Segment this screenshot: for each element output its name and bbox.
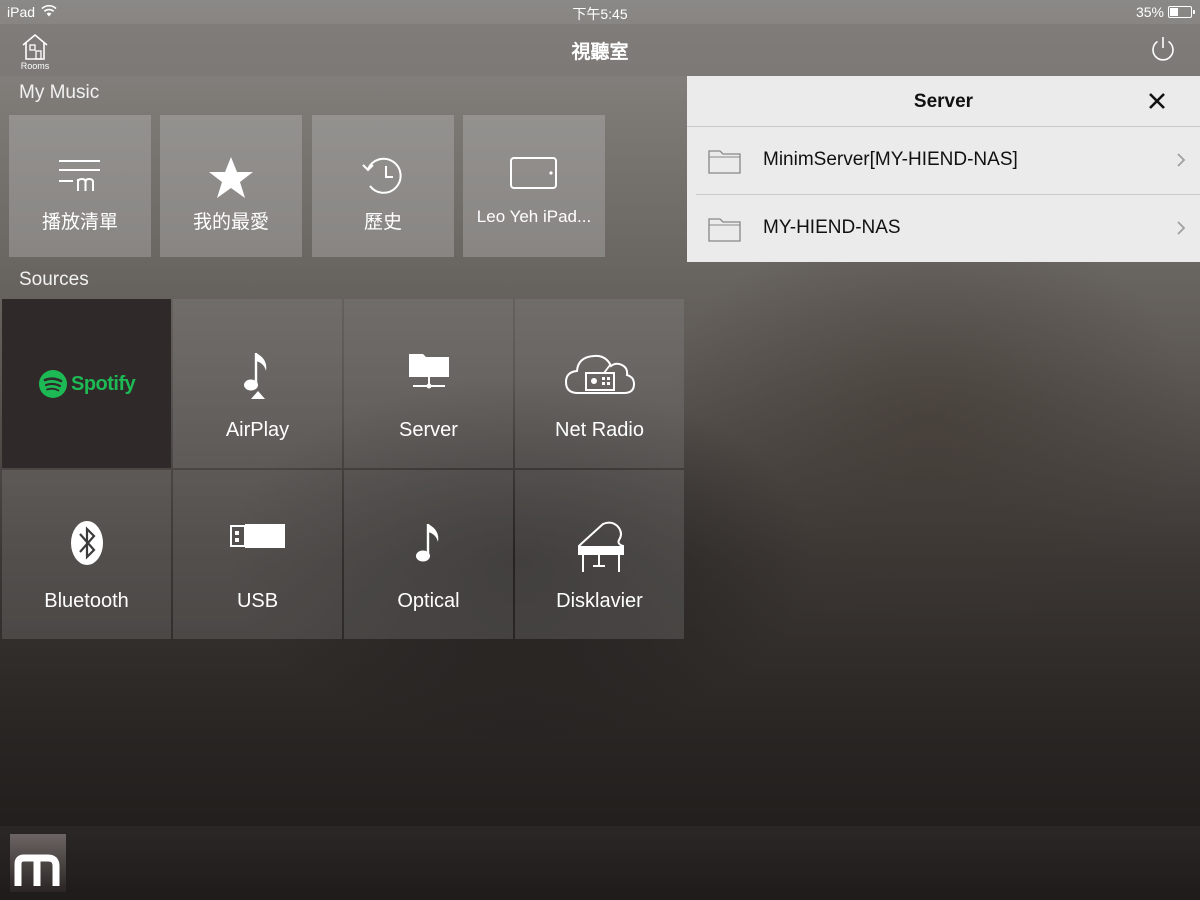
status-bar: iPad 下午5:45 35%	[0, 0, 1200, 24]
battery-icon	[1168, 6, 1195, 18]
chevron-right-icon	[1177, 221, 1186, 235]
bluetooth-icon	[70, 521, 103, 565]
source-disklavier[interactable]: Disklavier	[515, 470, 684, 639]
tile-device[interactable]: Leo Yeh iPad...	[463, 115, 605, 257]
power-button[interactable]	[1148, 34, 1178, 64]
app-screen: iPad 下午5:45 35% Rooms 視聽室 My Music 播放清單 …	[0, 0, 1200, 900]
sources-heading: Sources	[19, 269, 89, 290]
star-icon	[209, 157, 253, 198]
panel-header: Server	[687, 76, 1200, 127]
tile-playlist[interactable]: 播放清單	[9, 115, 151, 257]
page-title: 視聽室	[571, 42, 629, 63]
tile-label: 播放清單	[41, 212, 118, 233]
close-button[interactable]	[1144, 88, 1170, 114]
tablet-icon	[510, 157, 557, 189]
spotify-icon	[39, 370, 67, 398]
musiccast-m-icon	[14, 854, 60, 886]
panel-title: Server	[913, 91, 974, 112]
clock: 下午5:45	[572, 6, 628, 22]
list-item[interactable]: MY-HIEND-NAS	[696, 195, 1200, 262]
cloud-radio-icon	[564, 354, 635, 394]
folder-icon	[708, 150, 741, 174]
battery-fill	[1170, 8, 1178, 16]
tile-label: Disklavier	[556, 590, 643, 612]
server-panel: Server MinimServer[MY-HIEND-NAS] MY-HIEN…	[687, 76, 1200, 262]
piano-icon	[577, 521, 624, 572]
airplay-note-icon	[243, 353, 266, 399]
server-name: MY-HIEND-NAS	[763, 217, 901, 238]
tile-label: USB	[236, 590, 279, 612]
power-icon	[1152, 37, 1174, 61]
app-logo	[10, 834, 66, 892]
tile-label: Optical	[397, 590, 460, 612]
source-optical[interactable]: Optical	[344, 470, 513, 639]
source-server[interactable]: Server	[344, 299, 513, 468]
folder-icon	[708, 218, 741, 242]
tile-label: Leo Yeh iPad...	[476, 207, 592, 226]
my-music-heading: My Music	[19, 82, 100, 103]
usb-icon	[229, 524, 285, 548]
playlist-icon	[59, 160, 100, 191]
tile-label: Server	[399, 419, 458, 441]
tile-history[interactable]: 歷史	[312, 115, 454, 257]
spotify-wordmark: Spotify	[71, 372, 136, 395]
server-folder-icon	[408, 354, 449, 389]
now-playing-bar[interactable]	[0, 826, 1200, 900]
source-spotify[interactable]: Spotify	[2, 299, 171, 468]
tile-favorites[interactable]: 我的最愛	[160, 115, 302, 257]
spotify-logo: Spotify	[38, 369, 136, 399]
tile-label: AirPlay	[225, 419, 290, 441]
tile-label: Bluetooth	[44, 590, 129, 612]
list-item[interactable]: MinimServer[MY-HIEND-NAS]	[696, 127, 1200, 194]
source-usb[interactable]: USB	[173, 470, 342, 639]
source-bluetooth[interactable]: Bluetooth	[2, 470, 171, 639]
nav-bar: Rooms 視聽室	[0, 24, 1200, 76]
music-note-icon	[415, 524, 438, 562]
battery-percent: 35%	[1135, 4, 1164, 20]
history-icon	[362, 157, 402, 194]
source-net-radio[interactable]: Net Radio	[515, 299, 684, 468]
tile-label: 我的最愛	[192, 212, 269, 233]
server-name: MinimServer[MY-HIEND-NAS]	[763, 149, 1018, 170]
source-airplay[interactable]: AirPlay	[173, 299, 342, 468]
chevron-right-icon	[1177, 153, 1186, 167]
tile-label: 歷史	[363, 212, 402, 233]
close-icon	[1149, 93, 1165, 109]
tile-label: Net Radio	[555, 419, 644, 441]
